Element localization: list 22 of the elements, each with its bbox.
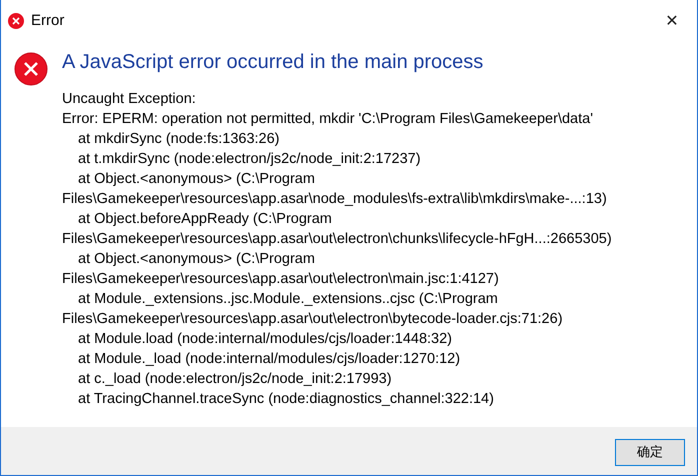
message-line: at TracingChannel.traceSync (node:diagnostics_channel:322:14) xyxy=(77,390,495,409)
message-line: at c._load (node:electron/js2c/node_init:2:17993) xyxy=(77,370,393,389)
message-line: Files\Gamekeeper\resources\app.asar\node_modules\fs-extra\lib\mkdirs\make-...:13) xyxy=(62,190,608,209)
message-line: at Object.<anonymous> (C:\Program xyxy=(77,170,316,189)
error-icon xyxy=(14,52,48,86)
message-line: Error: EPERM: operation not permitted, mkdir 'C:\Program Files\Gamekeeper\data' xyxy=(62,110,594,129)
ok-button[interactable]: 确定 xyxy=(615,438,685,466)
message-line: at Module.load (node:internal/modules/cjs/loader:1448:32) xyxy=(77,330,454,349)
message-line: at Module._extensions..jsc.Module._extensions..cjsc (C:\Program xyxy=(77,290,499,309)
message-line: Uncaught Exception: xyxy=(62,90,197,109)
close-button[interactable]: ✕ xyxy=(649,0,695,41)
message-line: Files\Gamekeeper\resources\app.asar\out\electron\main.jsc:1:4127) xyxy=(62,270,500,289)
message-line: Files\Gamekeeper\resources\app.asar\out\electron\chunks\lifecycle-hFgH...:2665305) xyxy=(62,230,612,249)
message-line: at Module._load (node:internal/modules/cjs/loader:1270:12) xyxy=(77,350,462,369)
error-icon xyxy=(8,12,24,28)
message-line: at t.mkdirSync (node:electron/js2c/node_init:2:17237) xyxy=(77,150,422,169)
message-line: at mkdirSync (node:fs:1363:26) xyxy=(77,130,280,149)
error-heading: A JavaScript error occurred in the main process xyxy=(62,51,484,75)
message-line: at Object.<anonymous> (C:\Program xyxy=(77,250,316,269)
window-title: Error xyxy=(31,12,66,29)
message-line: Files\Gamekeeper\resources\app.asar\out\electron\bytecode-loader.cjs:71:26) xyxy=(62,310,564,329)
message-line: at Object.beforeAppReady (C:\Program xyxy=(77,210,333,229)
